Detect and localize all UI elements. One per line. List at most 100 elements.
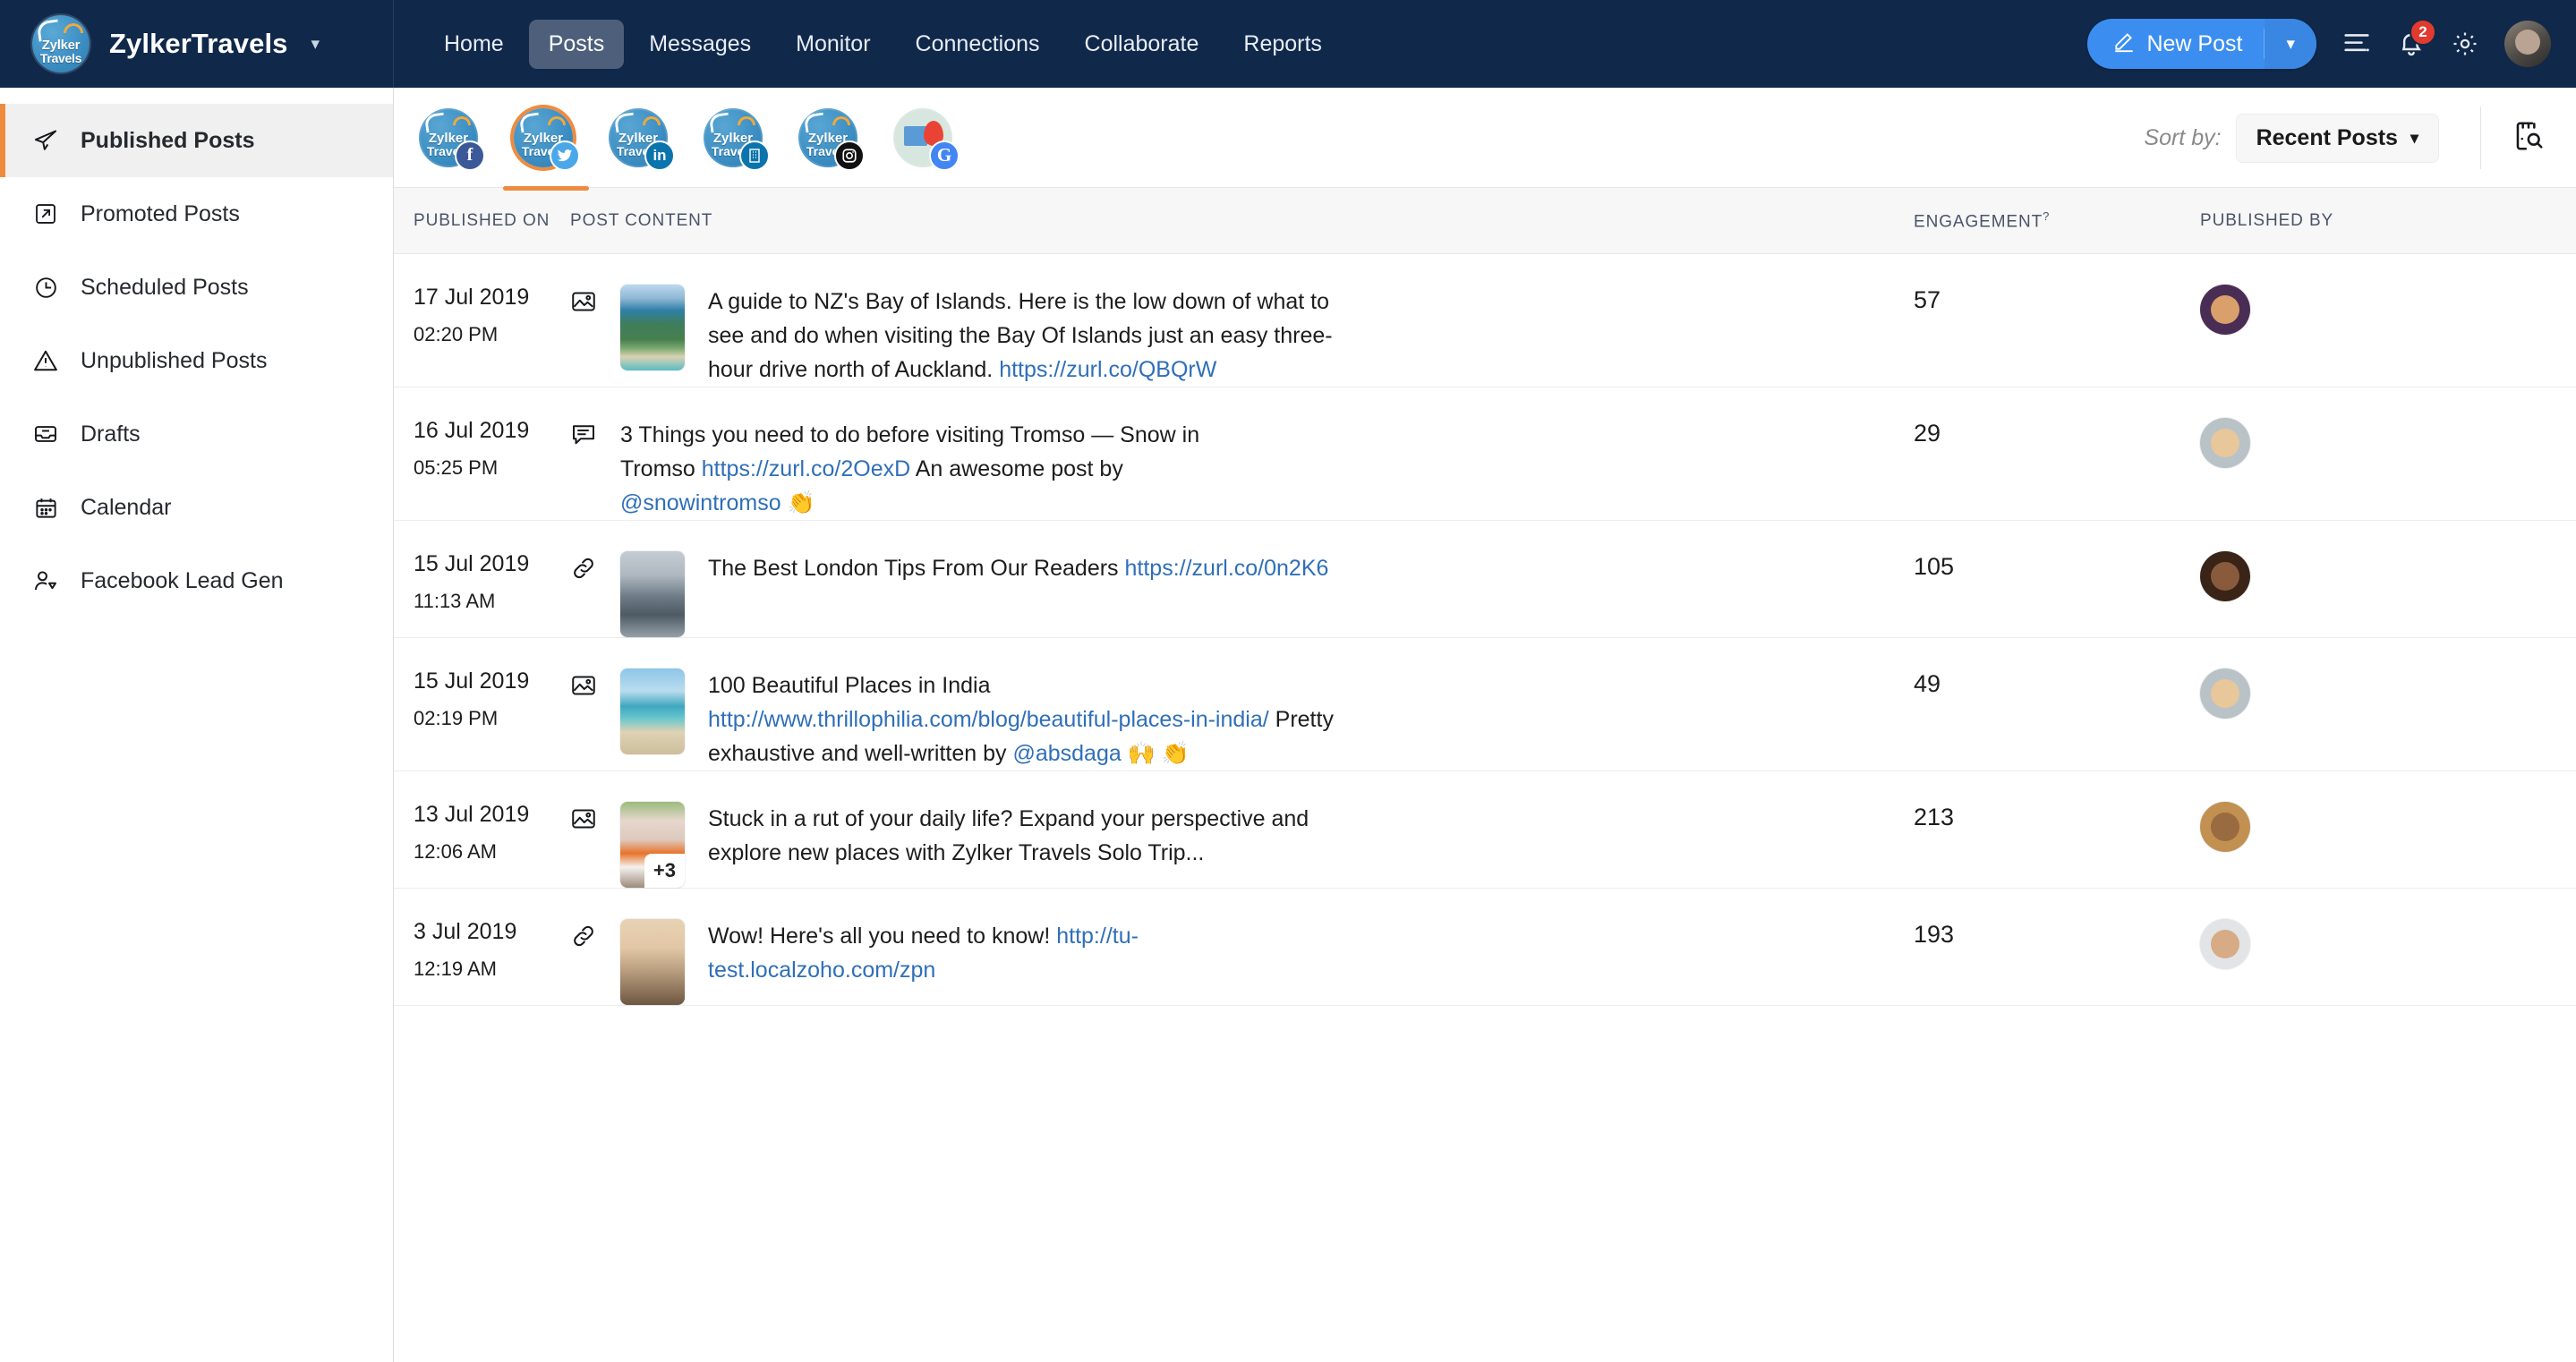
post-link[interactable]: http://www.thrillophilia.com/blog/beauti… <box>708 707 1269 732</box>
sidebar-item-published-posts[interactable]: Published Posts <box>0 104 393 177</box>
sidebar-item-facebook-lead-gen[interactable]: Facebook Lead Gen <box>0 544 393 617</box>
cell-published-on: 17 Jul 2019 02:20 PM <box>394 285 570 387</box>
post-date: 17 Jul 2019 <box>414 285 530 310</box>
brand-logo-line1: Zylker <box>41 38 81 53</box>
nav-item-posts[interactable]: Posts <box>528 19 625 69</box>
google-icon: G <box>929 140 960 171</box>
new-post-button[interactable]: New Post ▾ <box>2087 19 2316 69</box>
channel-linkedin-page[interactable]: Zylker Travels <box>704 107 770 171</box>
sort-select-value: Recent Posts <box>2256 124 2398 150</box>
channel-google-my-business[interactable]: G <box>893 107 960 171</box>
post-thumbnail[interactable] <box>620 668 685 754</box>
notifications-button[interactable]: 2 <box>2397 19 2436 58</box>
table-row[interactable]: 13 Jul 2019 12:06 AM +3 Stuck in a rut of y… <box>394 771 2576 889</box>
sidebar-item-label: Drafts <box>81 421 141 447</box>
nav-item-home[interactable]: Home <box>424 20 524 69</box>
activity-list-button[interactable] <box>2341 30 2372 57</box>
post-thumbnail[interactable]: +3 <box>620 802 685 888</box>
cell-published-by <box>2200 919 2576 1005</box>
table-row[interactable]: 16 Jul 2019 05:25 PM 3 Things you need to … <box>394 387 2576 521</box>
avatar[interactable] <box>2200 919 2250 969</box>
channel-facebook[interactable]: Zylker Travels f <box>419 107 485 171</box>
channel-linkedin[interactable]: Zylker Travels in <box>609 107 675 171</box>
post-date: 3 Jul 2019 <box>414 919 517 944</box>
post-mention[interactable]: @snowintromso <box>620 490 781 515</box>
sidebar-item-drafts[interactable]: Drafts <box>0 397 393 471</box>
posts-table-body: 17 Jul 2019 02:20 PM A guide to NZ's Bay o… <box>394 254 2576 1360</box>
top-navigation-bar: Zylker Travels ZylkerTravels ▾ Home Post… <box>0 0 2576 88</box>
table-row[interactable]: 3 Jul 2019 12:19 AM Wow! Here's all you ne… <box>394 889 2576 1006</box>
table-row[interactable]: 15 Jul 2019 11:13 AM The Best London Tips … <box>394 521 2576 638</box>
link-icon <box>570 919 620 1005</box>
column-header-engagement: ENGAGEMENT? <box>1914 209 2200 232</box>
post-link[interactable]: https://zurl.co/QBQrW <box>999 357 1216 382</box>
cell-engagement: 105 <box>1914 553 1955 580</box>
cell-post-content: Wow! Here's all you need to know! http:/… <box>570 919 1914 1005</box>
cell-published-by <box>2200 418 2576 520</box>
post-thumbnail[interactable] <box>620 285 685 370</box>
post-text: 100 Beautiful Places in India http://www… <box>708 668 1343 770</box>
post-mention[interactable]: @absdaga <box>1012 741 1121 766</box>
text-bubble-icon <box>570 418 620 520</box>
user-avatar[interactable] <box>2504 21 2551 67</box>
document-search-icon[interactable] <box>2512 119 2546 157</box>
post-link[interactable]: https://zurl.co/0n2K6 <box>1125 556 1329 581</box>
post-text-part: 100 Beautiful Places in India <box>708 673 991 698</box>
avatar[interactable] <box>2200 418 2250 468</box>
nav-item-monitor[interactable]: Monitor <box>776 20 890 69</box>
facebook-icon: f <box>455 140 485 171</box>
engagement-help-icon[interactable]: ? <box>2043 209 2050 223</box>
post-thumbnail[interactable] <box>620 919 685 1005</box>
sidebar-item-calendar[interactable]: Calendar <box>0 471 393 544</box>
avatar[interactable] <box>2200 802 2250 852</box>
chevron-down-icon[interactable]: ▾ <box>311 34 320 55</box>
column-header-engagement-label: ENGAGEMENT <box>1914 212 2043 232</box>
brand-switcher[interactable]: Zylker Travels ZylkerTravels ▾ <box>0 0 394 88</box>
avatar-face <box>2211 813 2239 841</box>
avatar[interactable] <box>2200 668 2250 719</box>
cell-post-content: A guide to NZ's Bay of Islands. Here is … <box>570 285 1914 387</box>
sort-select[interactable]: Recent Posts ▾ <box>2235 113 2439 163</box>
nav-item-reports[interactable]: Reports <box>1224 20 1342 69</box>
new-post-dropdown-icon[interactable]: ▾ <box>2265 19 2316 69</box>
channel-twitter[interactable]: Zylker Travels <box>503 107 589 191</box>
cell-published-on: 15 Jul 2019 02:19 PM <box>394 668 570 770</box>
column-header-published-by: PUBLISHED BY <box>2200 210 2334 230</box>
column-header-post-content: POST CONTENT <box>570 210 713 230</box>
post-text: The Best London Tips From Our Readers ht… <box>708 551 1328 637</box>
nav-item-messages[interactable]: Messages <box>629 20 771 69</box>
image-icon <box>570 802 620 888</box>
sidebar-item-label: Calendar <box>81 494 172 520</box>
chevron-down-icon: ▾ <box>2410 128 2418 147</box>
avatar-face <box>2211 429 2239 457</box>
table-row[interactable]: 17 Jul 2019 02:20 PM A guide to NZ's Bay o… <box>394 254 2576 387</box>
cell-post-content: 100 Beautiful Places in India http://www… <box>570 668 1914 770</box>
table-row[interactable]: 15 Jul 2019 02:19 PM 100 Beautiful Places … <box>394 638 2576 771</box>
link-icon <box>570 551 620 637</box>
post-date: 15 Jul 2019 <box>414 668 530 694</box>
cell-published-on: 3 Jul 2019 12:19 AM <box>394 919 570 1005</box>
divider <box>2480 106 2481 169</box>
nav-item-collaborate[interactable]: Collaborate <box>1065 20 1219 69</box>
avatar-face <box>2211 930 2239 958</box>
cell-engagement: 29 <box>1914 420 1941 447</box>
post-thumbnail[interactable] <box>620 551 685 637</box>
cell-published-by <box>2200 551 2576 637</box>
post-time: 12:06 AM <box>414 840 497 863</box>
image-icon <box>570 285 620 387</box>
settings-button[interactable] <box>2451 30 2479 58</box>
avatar[interactable] <box>2200 285 2250 335</box>
sidebar-item-promoted-posts[interactable]: Promoted Posts <box>0 177 393 251</box>
linkedin-icon: in <box>644 140 675 171</box>
sidebar-item-unpublished-posts[interactable]: Unpublished Posts <box>0 324 393 397</box>
cell-engagement: 193 <box>1914 921 1955 948</box>
top-bar-actions: New Post ▾ 2 <box>2087 0 2551 88</box>
sidebar-item-scheduled-posts[interactable]: Scheduled Posts <box>0 251 393 324</box>
brand-logo-line2: Travels <box>39 51 82 65</box>
post-time: 05:25 PM <box>414 456 499 479</box>
nav-item-connections[interactable]: Connections <box>896 20 1060 69</box>
post-link[interactable]: https://zurl.co/2OexD <box>702 456 910 481</box>
avatar[interactable] <box>2200 551 2250 601</box>
instagram-icon <box>834 140 865 171</box>
channel-instagram[interactable]: Zylker Travels <box>798 107 865 171</box>
